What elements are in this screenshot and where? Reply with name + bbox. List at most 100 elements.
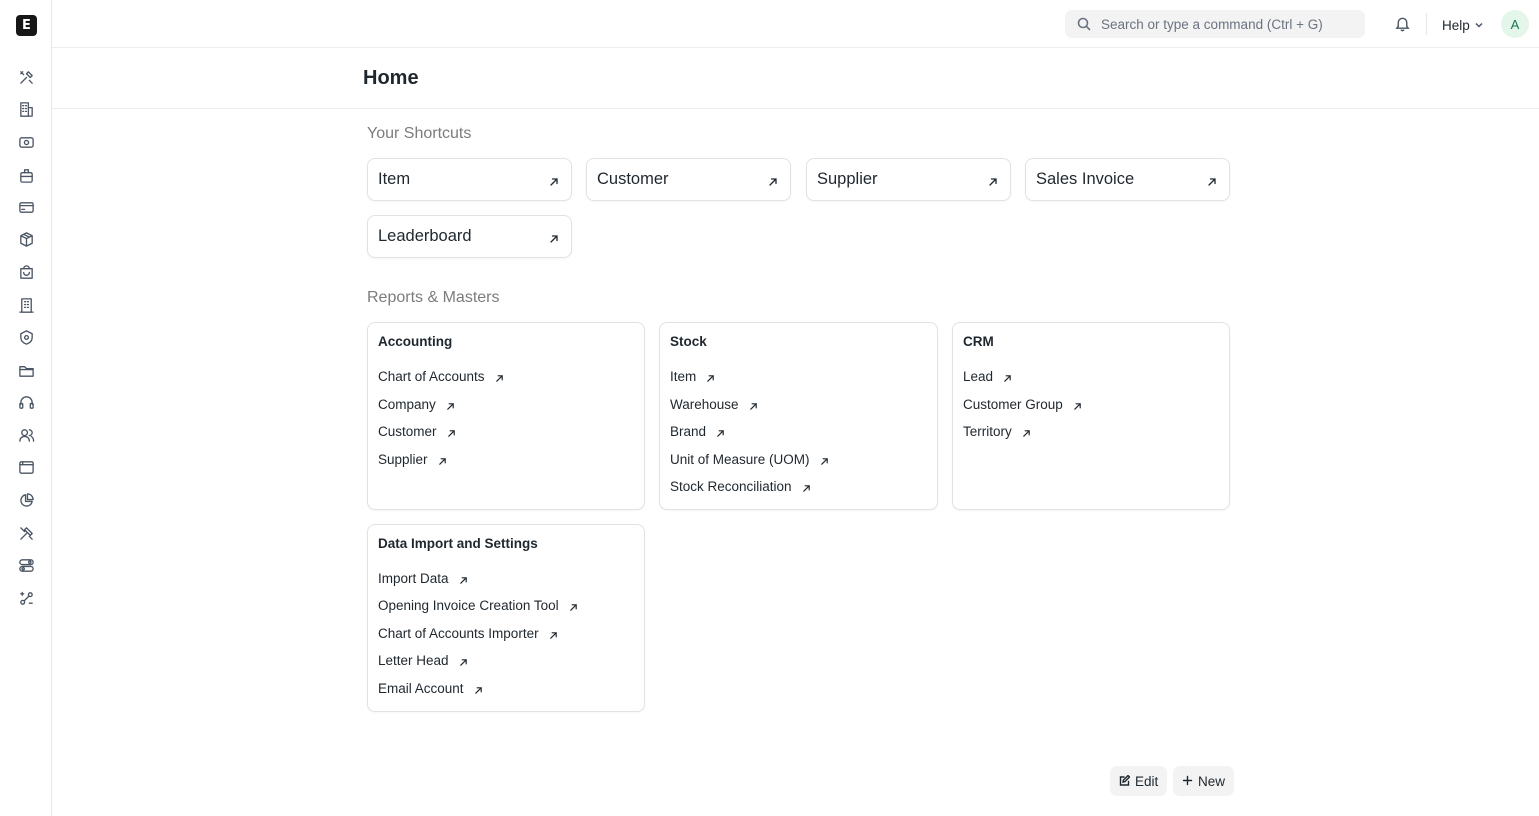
shopping-bag-icon[interactable] (17, 263, 35, 281)
briefcase-icon[interactable] (17, 166, 35, 184)
headset-icon[interactable] (17, 393, 35, 411)
link-lead[interactable]: Lead (963, 367, 1013, 385)
link-import-data[interactable]: Import Data (378, 569, 469, 587)
arrow-up-right-icon (1003, 371, 1013, 382)
new-button[interactable]: New (1173, 766, 1235, 796)
shortcut-label: Supplier (817, 170, 878, 188)
card-crm: CRM Lead Customer Group Territory (952, 322, 1230, 510)
link-territory[interactable]: Territory (963, 422, 1032, 440)
link-label: Warehouse (670, 396, 739, 412)
navbar-divider (1426, 13, 1427, 35)
arrow-up-right-icon (438, 454, 448, 465)
reports-title: Reports & Masters (367, 289, 500, 306)
browser-icon[interactable] (17, 458, 35, 476)
link-coa-importer[interactable]: Chart of Accounts Importer (378, 624, 559, 642)
arrow-up-right-icon (988, 174, 998, 186)
integration-icon[interactable] (17, 589, 35, 607)
arrow-up-right-icon (749, 399, 759, 410)
arrow-up-right-icon (447, 426, 457, 437)
office-icon[interactable] (17, 296, 35, 314)
card-title: Data Import and Settings (378, 536, 538, 551)
card-accounting: Accounting Chart of Accounts Company Cus… (367, 322, 645, 510)
link-label: Chart of Accounts (378, 368, 485, 384)
arrow-up-right-icon (768, 174, 778, 186)
arrow-up-right-icon (802, 481, 812, 492)
edit-label: Edit (1135, 773, 1159, 789)
search-bar[interactable] (1065, 10, 1365, 38)
app-logo[interactable]: E (16, 15, 37, 36)
link-label: Customer (378, 423, 437, 439)
help-dropdown[interactable]: Help (1442, 15, 1484, 35)
arrow-up-right-icon (549, 628, 559, 639)
arrow-up-right-icon (549, 231, 559, 243)
eye-icon[interactable] (17, 133, 35, 151)
shortcut-customer[interactable]: Customer (586, 158, 791, 201)
link-opening-invoice-tool[interactable]: Opening Invoice Creation Tool (378, 596, 579, 614)
card-data-import: Data Import and Settings Import Data Ope… (367, 524, 645, 712)
link-chart-of-accounts[interactable]: Chart of Accounts (378, 367, 505, 385)
link-stock-reconciliation[interactable]: Stock Reconciliation (670, 477, 812, 495)
arrow-up-right-icon (549, 174, 559, 186)
shortcuts-title: Your Shortcuts (367, 125, 472, 142)
plus-icon (1182, 774, 1193, 789)
shortcut-sales-invoice[interactable]: Sales Invoice (1025, 158, 1230, 201)
search-input[interactable] (1101, 14, 1356, 34)
sidebar: E (0, 0, 52, 816)
arrow-up-right-icon (1022, 426, 1032, 437)
link-item[interactable]: Item (670, 367, 716, 385)
link-letter-head[interactable]: Letter Head (378, 651, 469, 669)
link-label: Territory (963, 423, 1012, 439)
arrow-up-right-icon (820, 454, 830, 465)
tools-icon[interactable] (17, 68, 35, 86)
toggle-icon[interactable] (17, 556, 35, 574)
help-label: Help (1442, 17, 1470, 33)
link-label: Supplier (378, 451, 428, 467)
edit-button[interactable]: Edit (1110, 766, 1168, 796)
link-email-account[interactable]: Email Account (378, 679, 484, 697)
users-icon[interactable] (17, 426, 35, 444)
link-label: Lead (963, 368, 994, 384)
link-supplier[interactable]: Supplier (378, 450, 448, 468)
link-label: Unit of Measure (UOM) (670, 451, 810, 467)
page-head: Home (52, 48, 1539, 109)
card-title: CRM (963, 334, 994, 349)
notification-bell-icon[interactable] (1394, 15, 1412, 33)
link-label: Company (378, 396, 436, 412)
link-brand[interactable]: Brand (670, 422, 726, 440)
arrow-up-right-icon (569, 600, 579, 611)
link-customer-group[interactable]: Customer Group (963, 395, 1083, 413)
page-title: Home (363, 67, 419, 89)
shortcut-item[interactable]: Item (367, 158, 572, 201)
link-warehouse[interactable]: Warehouse (670, 395, 759, 413)
arrow-up-right-icon (1073, 399, 1083, 410)
link-label: Import Data (378, 570, 449, 586)
folder-icon[interactable] (17, 361, 35, 379)
arrow-up-right-icon (446, 399, 456, 410)
shield-icon[interactable] (17, 328, 35, 346)
chevron-down-icon (1474, 18, 1484, 33)
link-label: Email Account (378, 680, 464, 696)
arrow-up-right-icon (459, 573, 469, 584)
new-label: New (1198, 773, 1226, 789)
hammer-icon[interactable] (17, 524, 35, 542)
box-icon[interactable] (17, 230, 35, 248)
card-stock: Stock Item Warehouse Brand Unit of Measu… (659, 322, 938, 510)
search-icon (1077, 17, 1091, 31)
link-label: Opening Invoice Creation Tool (378, 597, 559, 613)
link-company[interactable]: Company (378, 395, 456, 413)
card-icon[interactable] (17, 198, 35, 216)
arrow-up-right-icon (706, 371, 716, 382)
arrow-up-right-icon (716, 426, 726, 437)
building-icon[interactable] (17, 100, 35, 118)
link-uom[interactable]: Unit of Measure (UOM) (670, 450, 830, 468)
shortcut-label: Sales Invoice (1036, 170, 1135, 188)
link-customer[interactable]: Customer (378, 422, 457, 440)
link-label: Stock Reconciliation (670, 478, 792, 494)
top-navbar: Help A (52, 0, 1539, 48)
link-label: Customer Group (963, 396, 1063, 412)
pie-chart-icon[interactable] (17, 491, 35, 509)
avatar[interactable]: A (1501, 10, 1529, 38)
shortcut-supplier[interactable]: Supplier (806, 158, 1011, 201)
shortcut-leaderboard[interactable]: Leaderboard (367, 215, 572, 258)
link-label: Item (670, 368, 697, 384)
